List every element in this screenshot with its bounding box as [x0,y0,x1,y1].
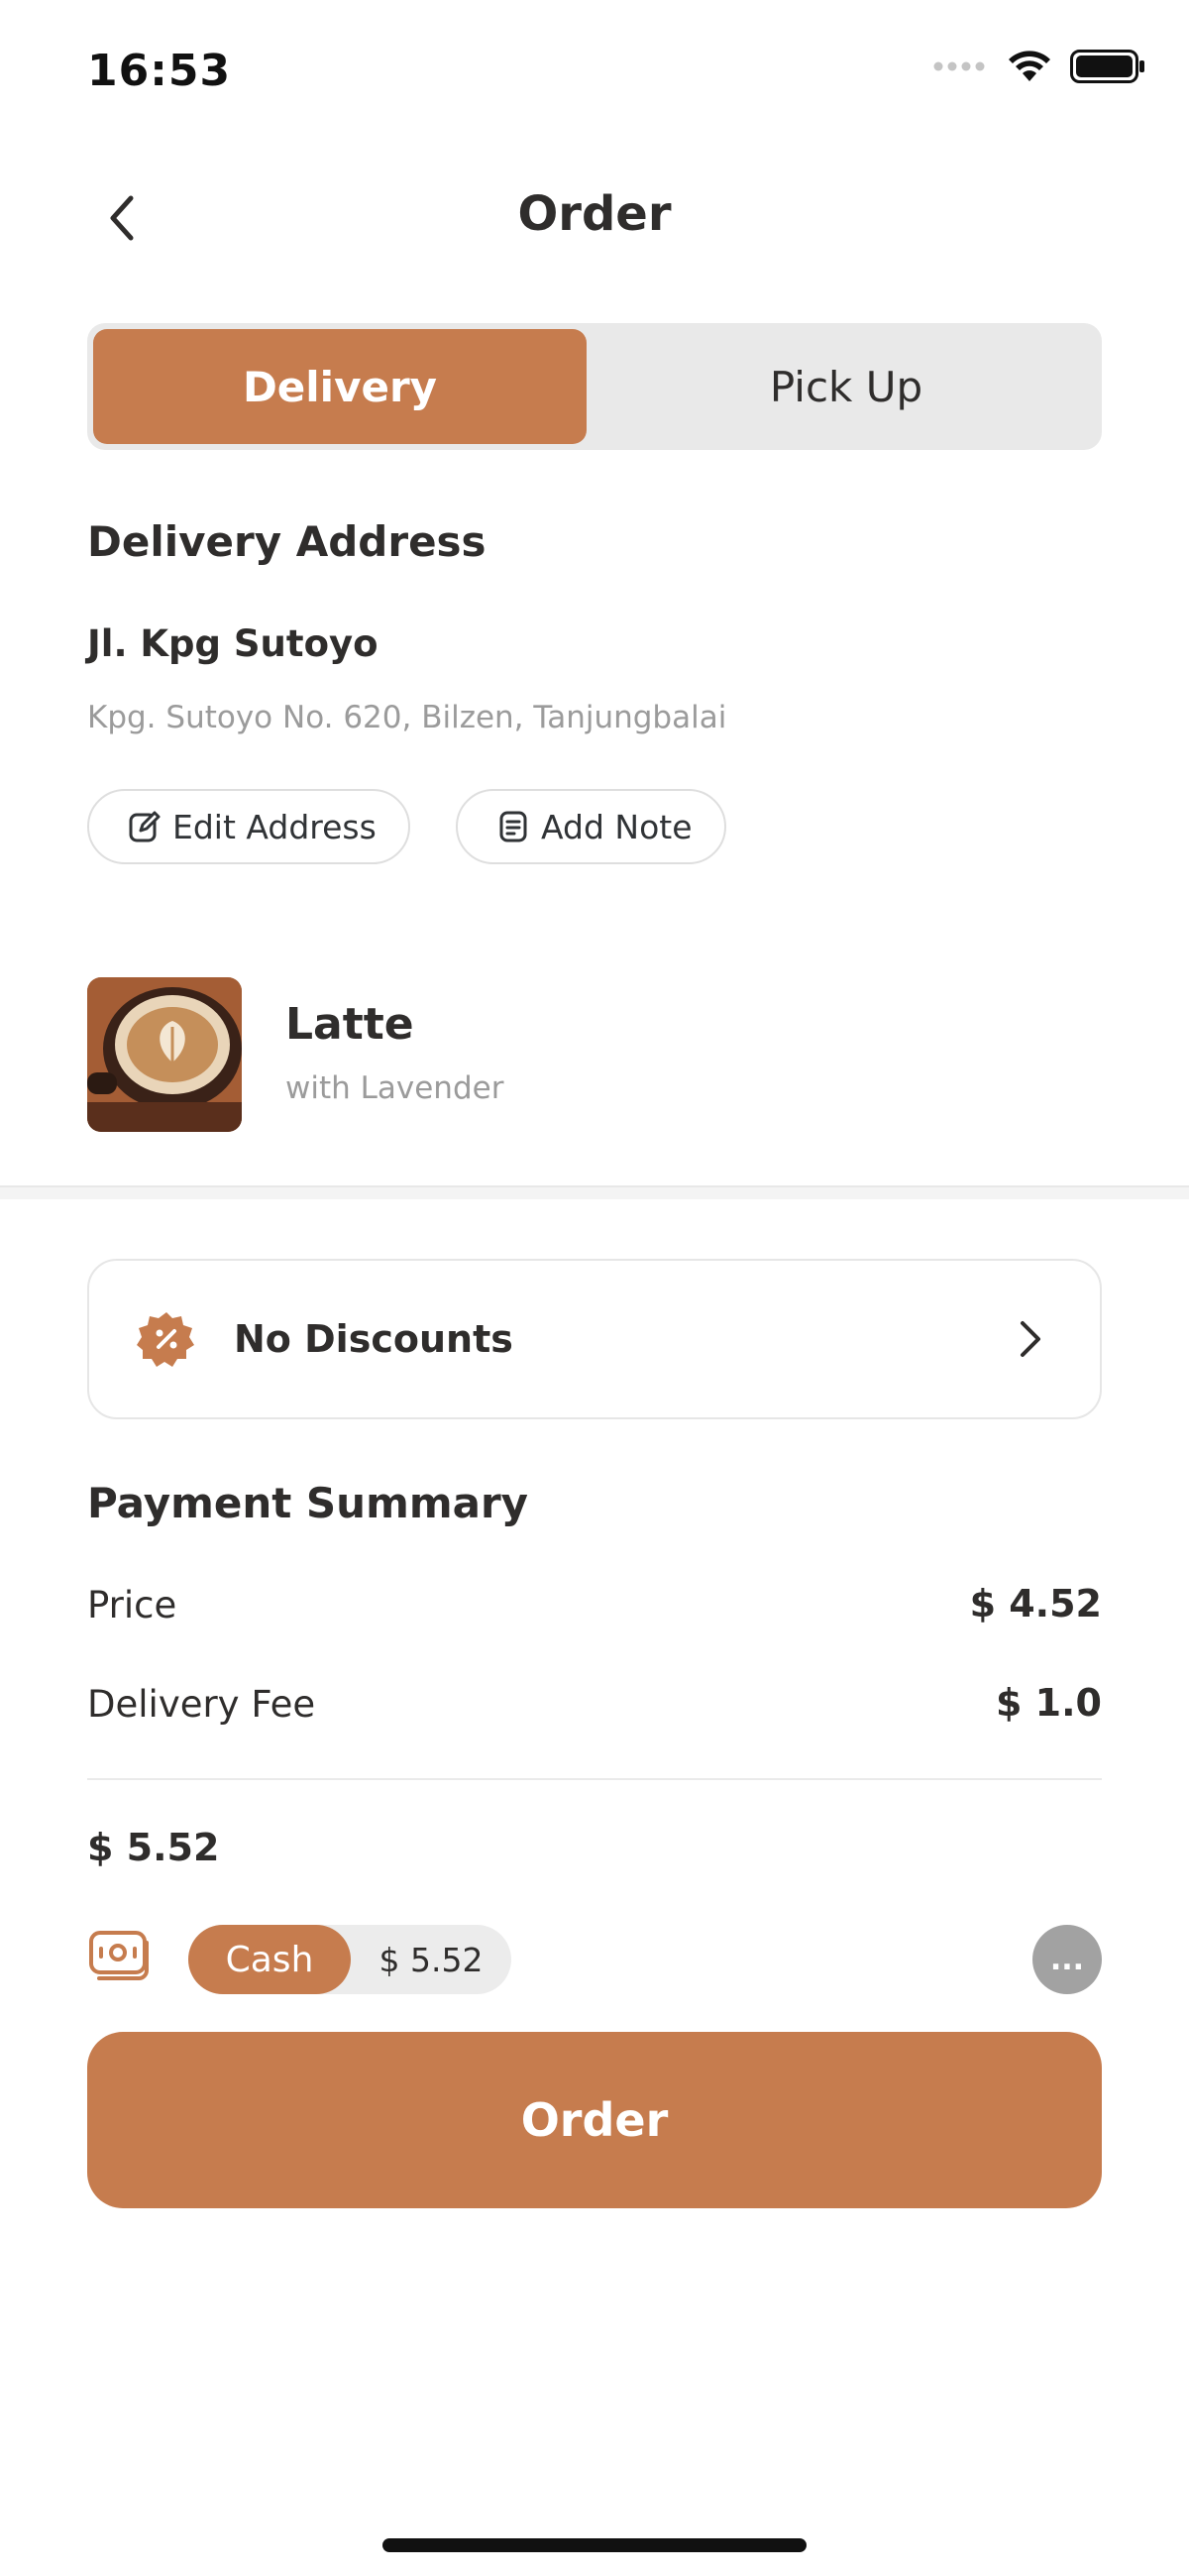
note-icon [499,811,527,842]
address-name: Jl. Kpg Sutoyo [87,622,378,665]
discount-label: No Discounts [234,1317,513,1361]
address-detail: Kpg. Sutoyo No. 620, Bilzen, Tanjungbala… [87,700,727,735]
add-note-button[interactable]: Add Note [456,789,726,864]
product-subtitle: with Lavender [285,1070,504,1106]
section-divider [0,1185,1189,1199]
chevron-right-icon [1021,1321,1040,1357]
delivery-fee-value: $ 1.0 [996,1681,1102,1725]
delivery-address-title: Delivery Address [87,517,486,566]
tab-delivery[interactable]: Delivery [93,329,587,444]
edit-address-label: Edit Address [172,807,377,846]
summary-divider [87,1778,1102,1780]
battery-icon [1070,50,1144,83]
page-title: Order [517,186,672,242]
tab-pick-up[interactable]: Pick Up [596,329,1096,444]
product-image [87,977,242,1132]
product-name: Latte [285,999,414,1050]
payment-method-cash: Cash [188,1925,351,1994]
add-note-label: Add Note [541,807,693,846]
payment-summary-title: Payment Summary [87,1479,529,1527]
more-options-button[interactable]: ... [1032,1925,1102,1994]
discount-icon [137,1312,194,1367]
delivery-mode-toggle: Delivery Pick Up [87,323,1102,450]
status-time: 16:53 [87,46,232,96]
payment-method-chip[interactable]: Cash $ 5.52 [188,1925,511,1994]
wallet-icon [87,1929,153,1990]
discount-selector[interactable]: No Discounts [87,1259,1102,1419]
order-button[interactable]: Order [87,2032,1102,2208]
delivery-fee-label: Delivery Fee [87,1683,316,1726]
price-value: $ 4.52 [969,1582,1102,1625]
status-icons [933,50,1145,83]
price-label: Price [87,1584,177,1626]
total-amount: $ 5.52 [87,1826,220,1869]
edit-address-button[interactable]: Edit Address [87,789,410,864]
wifi-icon [1009,51,1050,81]
signal-icon [933,61,985,71]
home-indicator [382,2538,807,2552]
payment-method-amount: $ 5.52 [378,1940,484,1979]
edit-icon [129,811,161,842]
